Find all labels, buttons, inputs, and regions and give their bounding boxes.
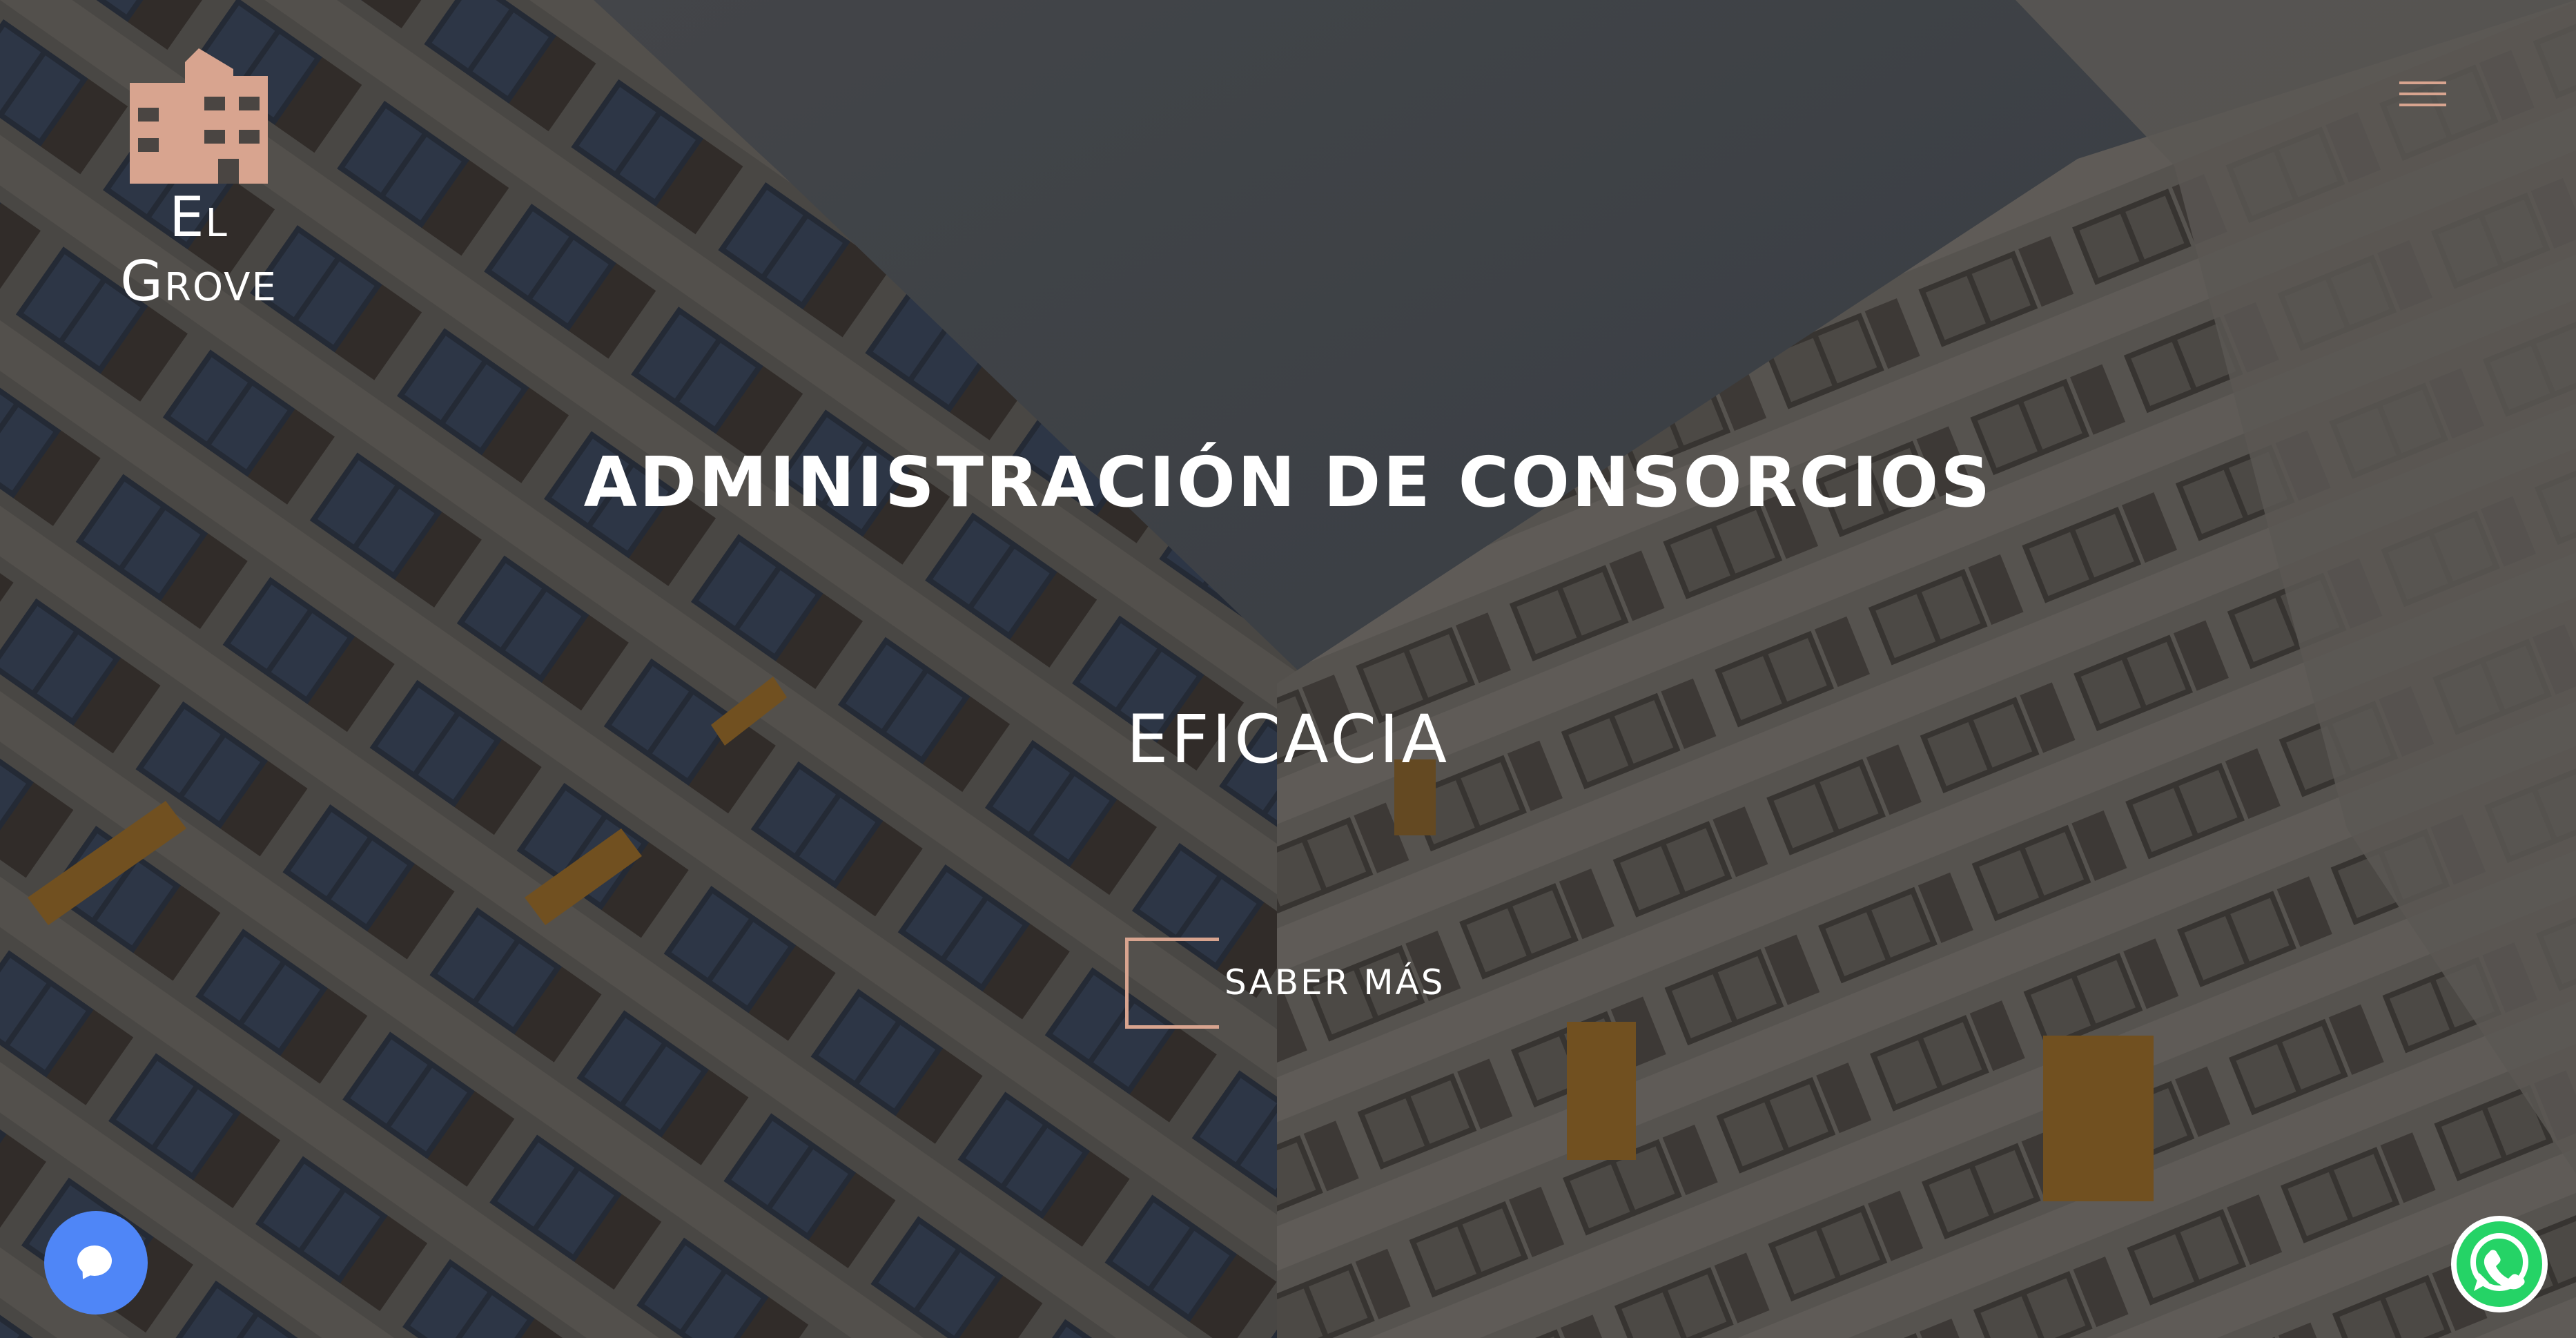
- menu-line: [2399, 93, 2446, 95]
- hero-headline: ADMINISTRACIÓN DE CONSORCIOS: [583, 442, 1993, 523]
- brand-name: El Grove: [120, 185, 277, 313]
- whatsapp-icon[interactable]: [2449, 1214, 2550, 1315]
- cta-label: SABER MÁS: [1224, 962, 1445, 1002]
- saber-mas-button[interactable]: SABER MÁS: [1125, 938, 1456, 1031]
- site-logo[interactable]: El Grove: [81, 48, 316, 313]
- menu-line: [2399, 81, 2446, 84]
- building-icon: [130, 48, 268, 184]
- hamburger-menu-icon[interactable]: [2390, 77, 2456, 112]
- hero-background-image: [0, 0, 2576, 1338]
- menu-line: [2399, 104, 2446, 106]
- cta-bracket-decoration: [1125, 938, 1219, 1029]
- chat-widget-button[interactable]: [44, 1211, 148, 1315]
- hero-tagline: EFICACIA: [1126, 701, 1450, 778]
- hero-section: El Grove ADMINISTRACIÓN DE CONSORCIOS EF…: [0, 0, 2576, 1338]
